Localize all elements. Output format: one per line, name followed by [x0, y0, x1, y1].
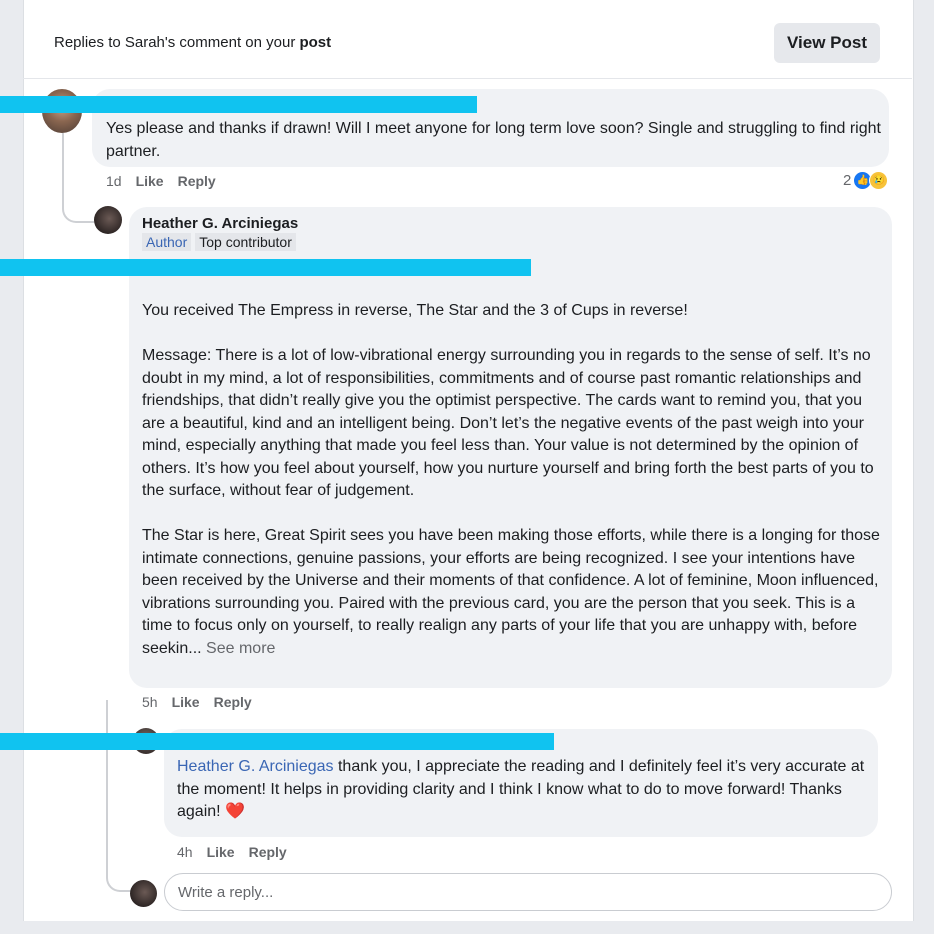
comment-text: Heather G. Arciniegas thank you, I appre… [177, 756, 872, 824]
comment-paragraph: Message: There is a lot of low-vibration… [142, 347, 874, 499]
reply-button[interactable]: Reply [178, 173, 216, 189]
reaction-summary[interactable]: 2 👍 😢 [843, 171, 889, 190]
like-button[interactable]: Like [172, 694, 200, 710]
avatar [130, 880, 157, 907]
page-title: Replies to Sarah's comment on your post [54, 34, 331, 51]
top-contributor-badge: Top contributor [195, 233, 296, 251]
comment-text: You received The Empress in reverse, The… [142, 300, 884, 660]
view-post-button[interactable]: View Post [774, 23, 880, 63]
redaction-bar [0, 733, 554, 750]
comment-meta: 1d Like Reply [106, 173, 230, 189]
reply-button[interactable]: Reply [249, 844, 287, 860]
mention-link[interactable]: Heather G. Arciniegas [177, 758, 334, 775]
comment-time[interactable]: 5h [142, 694, 158, 710]
sad-icon: 😢 [869, 171, 889, 190]
like-button[interactable]: Like [207, 844, 235, 860]
title-post-word: post [299, 34, 332, 51]
like-button[interactable]: Like [136, 173, 164, 189]
comment-bubble: Heather G. Arciniegas Author Top contribu… [129, 207, 892, 688]
heart-emoji: ❤️ [225, 803, 245, 820]
reaction-count: 2 [843, 172, 852, 189]
comment-text: Yes please and thanks if drawn! Will I m… [106, 120, 881, 160]
reply-placeholder: Write a reply... [178, 883, 274, 901]
redaction-bar [0, 96, 477, 113]
reply-input[interactable]: Write a reply... [164, 873, 892, 911]
comment-meta: 5h Like Reply [142, 694, 266, 710]
redaction-bar [0, 259, 531, 276]
author-badge: Author [142, 233, 192, 251]
comment-author[interactable]: Heather G. Arciniegas [142, 215, 298, 232]
title-prefix: Replies to Sarah's comment on your [54, 34, 300, 51]
comment-paragraph: The Star is here, Great Spirit sees you … [142, 525, 884, 660]
see-more-link[interactable]: See more [206, 640, 275, 657]
comment-meta: 4h Like Reply [177, 844, 301, 860]
header-divider [23, 78, 912, 79]
comment-time[interactable]: 1d [106, 173, 122, 189]
comment-paragraph-text: The Star is here, Great Spirit sees you … [142, 527, 880, 657]
thread-connector [62, 133, 94, 223]
author-badges: Author Top contributor [142, 233, 300, 252]
thread-connector [106, 700, 134, 892]
comment-paragraph: You received The Empress in reverse, The… [142, 302, 688, 319]
reply-button[interactable]: Reply [214, 694, 252, 710]
comment-time[interactable]: 4h [177, 844, 193, 860]
avatar[interactable] [94, 206, 122, 234]
